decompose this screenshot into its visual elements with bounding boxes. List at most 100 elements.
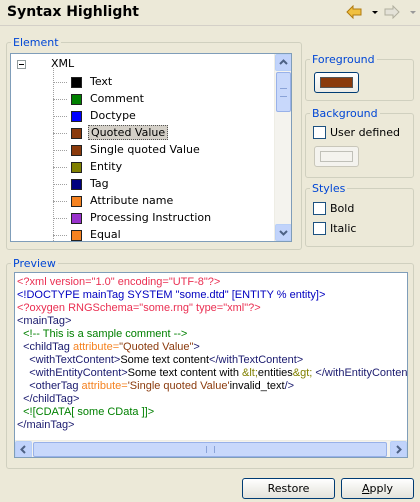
code-token: Some text content with <box>127 367 243 379</box>
code-line: </mainTag> <box>17 419 74 432</box>
apply-label: pply <box>369 482 394 495</box>
preview-code: <?xml version="1.0" encoding="UTF-8"?> <!… <box>15 273 407 440</box>
code-token: "Quoted Value" <box>119 341 194 353</box>
code-token: <?oxygen RNGSchema="some.rng" type="xml"… <box>17 302 261 314</box>
color-swatch-icon <box>71 94 82 105</box>
code-token: <?xml version="1.0" encoding="UTF-8"?> <box>17 276 221 288</box>
code-token: </mainTag> <box>17 419 75 431</box>
code-line: <!DOCTYPE mainTag SYSTEM "some.dtd" [ENT… <box>17 289 325 302</box>
tree-item-label: Attribute name <box>90 194 174 207</box>
tree-item-label: Equal <box>90 228 121 241</box>
code-line: <withTextContent>Some text content</with… <box>17 354 303 367</box>
code-token: /> <box>284 380 295 392</box>
italic-box[interactable] <box>313 222 326 235</box>
tree-root-label: XML <box>51 57 75 70</box>
restore-defaults-label: Restore <box>267 482 310 495</box>
color-swatch-icon <box>71 213 82 224</box>
back-dropdown-icon[interactable] <box>367 5 378 19</box>
code-line: <otherTag attribute='Single quoted Value… <box>17 380 294 393</box>
scroll-thumb[interactable] <box>276 72 291 112</box>
tree-item[interactable]: Single quoted Value <box>53 142 253 159</box>
tree-item[interactable]: Text <box>53 74 253 91</box>
preview-legend: Preview <box>13 257 56 270</box>
tree-branch-line <box>53 201 67 202</box>
tree-branch-line <box>53 133 67 134</box>
code-token: entities <box>257 367 293 379</box>
preview-editor[interactable]: <?xml version="1.0" encoding="UTF-8"?> <!… <box>14 272 408 458</box>
foreground-color-button[interactable] <box>314 72 359 93</box>
background-legend: Background <box>312 107 378 120</box>
tree-branch-line <box>53 184 67 185</box>
code-token: &lt; <box>242 367 258 379</box>
tree-branch-line <box>53 150 67 151</box>
code-line: <?xml version="1.0" encoding="UTF-8"?> <box>17 276 220 289</box>
user-defined-label: User defined <box>330 126 400 139</box>
code-token: > <box>193 341 200 353</box>
foreground-color-swatch <box>320 77 353 88</box>
tree-item-label: Quoted Value <box>88 125 169 140</box>
user-defined-box[interactable] <box>313 126 326 139</box>
code-token: Some text content <box>120 354 210 366</box>
background-group: Background <box>305 107 414 178</box>
element-legend: Element <box>13 36 59 49</box>
code-line: <withEntityContent>Some text content wit… <box>17 367 407 380</box>
forward-dropdown-icon[interactable] <box>405 5 416 19</box>
tree-branch-line <box>53 235 67 236</box>
code-token: <!DOCTYPE mainTag SYSTEM "some.dtd" [ENT… <box>17 289 326 301</box>
horizontal-scroll-thumb[interactable] <box>33 442 387 457</box>
tree-item[interactable]: Equal <box>53 227 253 241</box>
code-line: <!-- This is a sample comment --> <box>17 328 187 341</box>
tree-item[interactable]: Doctype <box>53 108 253 125</box>
tree-item[interactable]: Entity <box>53 159 253 176</box>
tree-branch-line <box>53 82 67 83</box>
color-swatch-icon <box>71 111 82 122</box>
element-tree[interactable]: XML Text Comment Doctype Quoted Value Single… <box>10 53 292 242</box>
tree-item-label: Entity <box>90 160 123 173</box>
code-token: <otherTag <box>17 380 82 392</box>
collapse-icon[interactable] <box>17 60 26 69</box>
color-swatch-icon <box>71 128 82 139</box>
tree-branch-line <box>53 218 67 219</box>
code-token: attribute <box>81 380 122 392</box>
italic-label: Italic <box>330 222 357 235</box>
code-line: </childTag> <box>17 393 79 406</box>
tree-item[interactable]: Tag <box>53 176 253 193</box>
color-swatch-icon <box>71 162 82 173</box>
color-swatch-icon <box>71 196 82 207</box>
color-swatch-icon <box>71 179 82 190</box>
scroll-down-button[interactable] <box>275 224 291 241</box>
scroll-up-button[interactable] <box>275 54 291 71</box>
styles-legend: Styles <box>312 182 346 195</box>
code-line: <mainTag> <box>17 315 71 328</box>
preview-horizontal-scrollbar[interactable] <box>15 440 407 457</box>
restore-defaults-button[interactable]: Restore Defaults <box>242 478 335 502</box>
tree-item-label: Doctype <box>90 109 136 122</box>
tree-item[interactable]: Attribute name <box>53 193 253 210</box>
code-token: <withTextContent> <box>17 354 121 366</box>
code-token: <![CDATA[ some CData ]]> <box>17 406 155 418</box>
bold-box[interactable] <box>313 202 326 215</box>
scroll-right-button[interactable] <box>390 441 407 457</box>
tree-item[interactable]: Quoted Value <box>53 125 253 142</box>
tree-item[interactable]: Comment <box>53 91 253 108</box>
code-token: </childTag> <box>17 393 80 405</box>
code-token: <!-- This is a sample comment --> <box>17 328 188 340</box>
background-color-button[interactable] <box>314 146 359 167</box>
back-arrow-icon[interactable] <box>346 5 362 19</box>
apply-mnemonic: A <box>361 482 370 495</box>
code-token: 'Single quoted Value' <box>127 380 230 392</box>
tree-item[interactable]: Processing Instruction <box>53 210 253 227</box>
code-line: <?oxygen RNGSchema="some.rng" type="xml"… <box>17 302 261 315</box>
scroll-left-button[interactable] <box>15 441 32 457</box>
code-token: invalid_text <box>229 380 285 392</box>
tree-branch-line <box>53 99 67 100</box>
tree-item-label: Processing Instruction <box>90 211 212 224</box>
code-line: <![CDATA[ some CData ]]> <box>17 406 154 419</box>
tree-vertical-scrollbar[interactable] <box>274 54 291 241</box>
code-token: </withEntityContent> <box>312 367 407 379</box>
tree-item-label: Tag <box>90 177 109 190</box>
forward-arrow-icon[interactable] <box>384 5 400 19</box>
background-color-swatch <box>320 151 353 162</box>
color-swatch-icon <box>71 145 82 156</box>
apply-button[interactable]: Apply <box>341 478 414 499</box>
